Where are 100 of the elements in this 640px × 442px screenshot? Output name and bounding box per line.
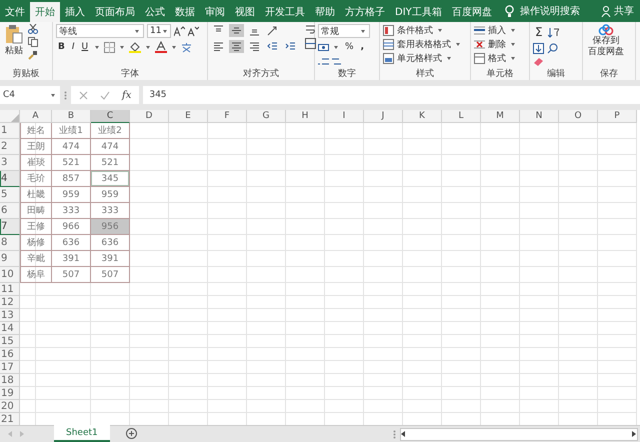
- row-header[interactable]: 10: [0, 267, 20, 283]
- increase-decimal-icon[interactable]: [318, 56, 329, 66]
- copy-icon[interactable]: [28, 37, 38, 47]
- caret-icon[interactable]: [172, 46, 176, 48]
- style-menu-button[interactable]: 条件格式: [383, 24, 462, 37]
- paste-button[interactable]: 粘贴: [3, 24, 25, 68]
- table-cell[interactable]: 391: [52, 251, 91, 267]
- caret-icon[interactable]: [95, 46, 100, 48]
- column-header[interactable]: B: [52, 110, 91, 123]
- row-header[interactable]: 3: [0, 155, 20, 171]
- table-cell[interactable]: 王修: [20, 219, 52, 235]
- bold-button[interactable]: B: [56, 41, 67, 53]
- search-label[interactable]: 操作说明搜索: [520, 4, 580, 18]
- table-cell[interactable]: 636: [52, 235, 91, 251]
- column-header[interactable]: F: [208, 110, 247, 123]
- grow-font-icon[interactable]: [174, 26, 185, 36]
- cells-menu-button[interactable]: 格式: [474, 52, 517, 65]
- row-header[interactable]: 20: [0, 400, 20, 413]
- checkmark-icon[interactable]: [100, 90, 110, 100]
- column-header[interactable]: L: [442, 110, 481, 123]
- column-header[interactable]: O: [559, 110, 598, 123]
- ribbon-tab[interactable]: 公式: [140, 2, 170, 22]
- table-cell[interactable]: 959: [91, 187, 130, 203]
- column-header[interactable]: N: [520, 110, 559, 123]
- row-header[interactable]: 5: [0, 187, 20, 203]
- align-middle-button[interactable]: [229, 24, 244, 37]
- row-header[interactable]: 15: [0, 335, 20, 348]
- underline-button[interactable]: U: [80, 41, 90, 53]
- caret-icon[interactable]: [334, 46, 338, 48]
- search-icon[interactable]: [547, 43, 558, 54]
- save-to-cloud-button[interactable]: 保存到 百度网盘: [586, 24, 626, 68]
- row-header[interactable]: 2: [0, 139, 20, 155]
- add-sheet-icon[interactable]: [126, 428, 137, 439]
- row-header[interactable]: 14: [0, 322, 20, 335]
- wrap-text-icon[interactable]: [305, 24, 316, 35]
- ribbon-tab[interactable]: 视图: [230, 2, 260, 22]
- column-header[interactable]: E: [169, 110, 208, 123]
- table-cell[interactable]: 959: [52, 187, 91, 203]
- table-cell[interactable]: 杨修: [20, 235, 52, 251]
- ribbon-tab[interactable]: 页面布局: [90, 2, 140, 22]
- currency-icon[interactable]: [318, 42, 329, 52]
- table-cell[interactable]: 田畴: [20, 203, 52, 219]
- row-header[interactable]: 7: [0, 219, 20, 235]
- ribbon-tab[interactable]: 审阅: [200, 2, 230, 22]
- row-header[interactable]: 13: [0, 309, 20, 322]
- formula-field[interactable]: 345: [143, 86, 640, 104]
- row-header[interactable]: 6: [0, 203, 20, 219]
- align-center-button[interactable]: [229, 40, 244, 53]
- percent-button[interactable]: %: [343, 41, 356, 53]
- fill-down-icon[interactable]: [533, 43, 544, 54]
- column-header[interactable]: J: [364, 110, 403, 123]
- table-cell[interactable]: 521: [52, 155, 91, 171]
- font-color-icon[interactable]: [155, 41, 168, 53]
- column-header[interactable]: D: [130, 110, 169, 123]
- table-cell[interactable]: 辛毗: [20, 251, 52, 267]
- column-header[interactable]: C: [91, 110, 130, 123]
- ribbon-tab[interactable]: 开发工具: [260, 2, 310, 22]
- ribbon-tab[interactable]: 帮助: [310, 2, 340, 22]
- table-cell[interactable]: 507: [91, 267, 130, 283]
- caret-icon[interactable]: [146, 46, 150, 48]
- align-left-button[interactable]: [211, 40, 226, 53]
- column-header[interactable]: G: [247, 110, 286, 123]
- table-cell[interactable]: 杨阜: [20, 267, 52, 283]
- table-cell[interactable]: 崔琰: [20, 155, 52, 171]
- style-menu-button[interactable]: 套用表格格式: [383, 38, 462, 51]
- sort-filter-icon[interactable]: [548, 26, 559, 38]
- column-header[interactable]: I: [325, 110, 364, 123]
- fill-bucket-icon[interactable]: [129, 41, 142, 53]
- table-cell[interactable]: 474: [52, 139, 91, 155]
- align-right-button[interactable]: [247, 40, 262, 53]
- table-cell[interactable]: 857: [52, 171, 91, 187]
- row-header[interactable]: 8: [0, 235, 20, 251]
- ribbon-tab[interactable]: DIY工具箱: [390, 2, 447, 22]
- share-button[interactable]: 共享: [595, 0, 640, 22]
- table-cell[interactable]: 636: [91, 235, 130, 251]
- row-header[interactable]: 17: [0, 361, 20, 374]
- table-cell[interactable]: 391: [91, 251, 130, 267]
- cells-menu-button[interactable]: 插入: [474, 24, 517, 37]
- eraser-icon[interactable]: [533, 57, 544, 66]
- decrease-decimal-icon[interactable]: [332, 56, 343, 66]
- table-cell[interactable]: 474: [91, 139, 130, 155]
- column-header[interactable]: A: [20, 110, 52, 123]
- caret-icon[interactable]: [120, 46, 124, 48]
- row-header[interactable]: 4: [0, 171, 20, 187]
- row-header[interactable]: 11: [0, 283, 20, 296]
- column-header[interactable]: P: [598, 110, 637, 123]
- row-header[interactable]: 1: [0, 123, 20, 139]
- ribbon-tab[interactable]: 数据: [170, 2, 200, 22]
- name-box[interactable]: C4: [0, 86, 60, 104]
- autosum-button[interactable]: Σ: [533, 24, 545, 40]
- table-cell[interactable]: 毛玠: [20, 171, 52, 187]
- number-format-field[interactable]: 常规: [318, 24, 370, 38]
- sheet-tab[interactable]: Sheet1: [54, 425, 110, 442]
- column-header[interactable]: K: [403, 110, 442, 123]
- merge-cells-icon[interactable]: [305, 38, 316, 49]
- ribbon-tab[interactable]: 文件: [0, 2, 30, 22]
- insert-function-button[interactable]: fx: [122, 90, 132, 100]
- shrink-font-icon[interactable]: [188, 26, 199, 36]
- table-cell[interactable]: 345: [91, 171, 130, 187]
- row-header[interactable]: 19: [0, 387, 20, 400]
